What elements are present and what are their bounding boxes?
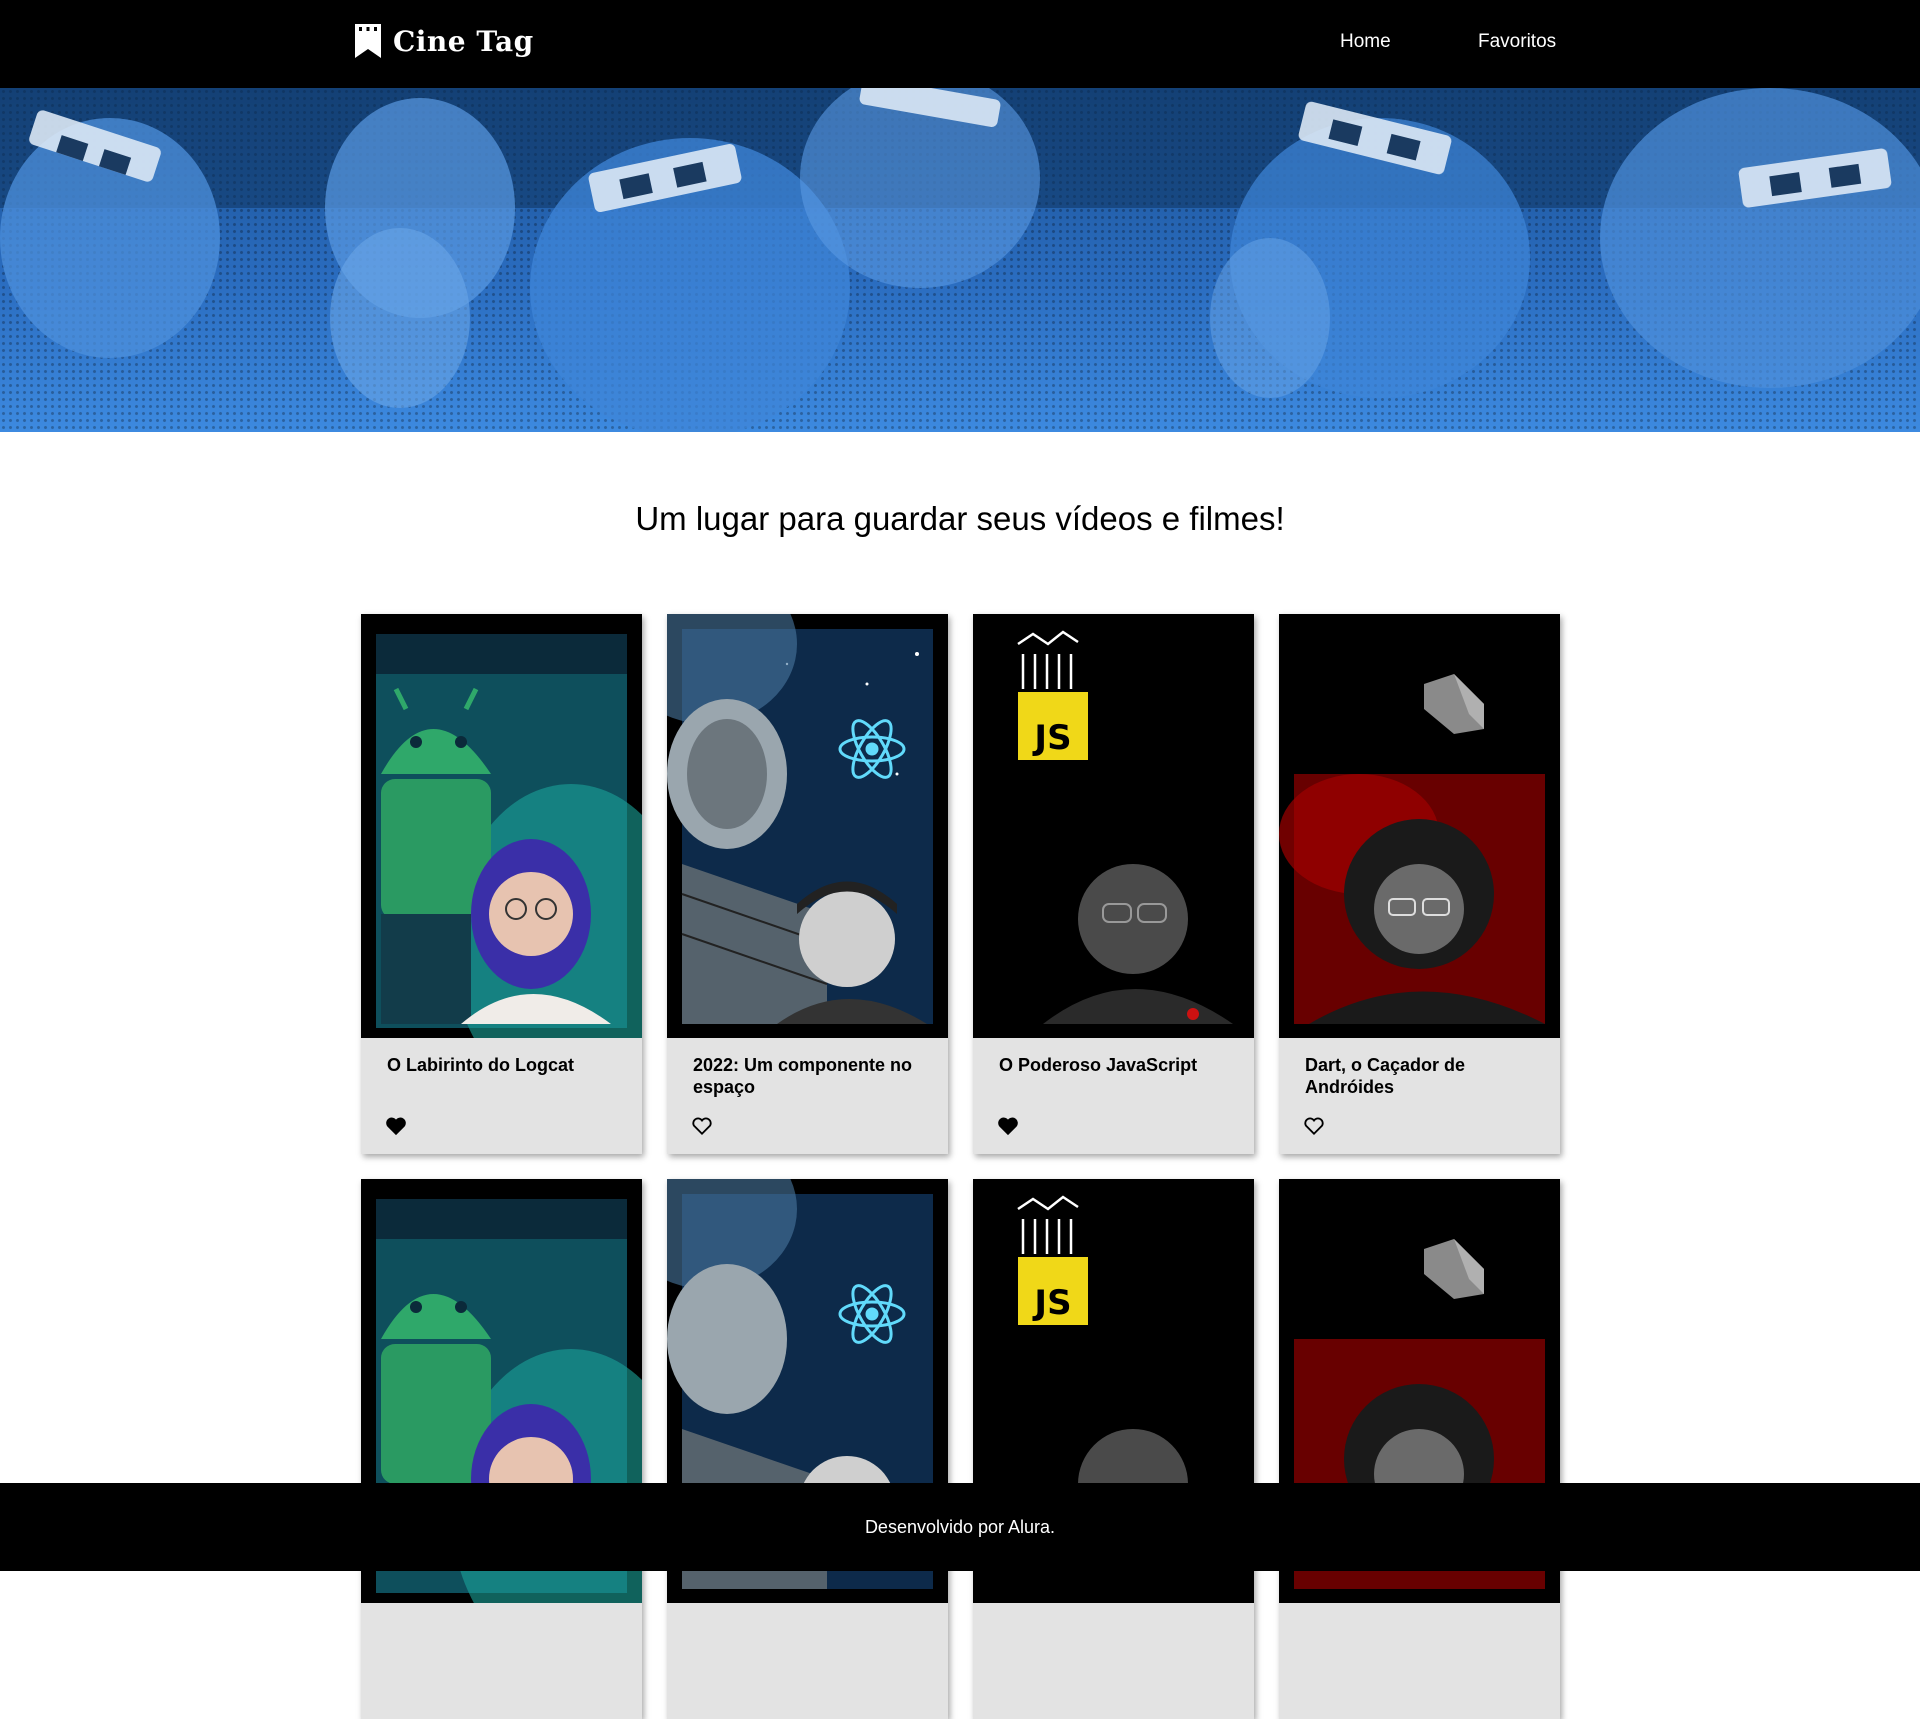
video-title: 2022: Um componente no espaço <box>693 1055 913 1097</box>
video-title: O Labirinto do Logcat <box>387 1055 574 1075</box>
favorite-button[interactable] <box>997 1114 1023 1138</box>
video-title: Dart, o Caçador de Andróides <box>1305 1055 1466 1097</box>
heart-filled-icon <box>997 1116 1023 1136</box>
bookmark-film-icon <box>355 24 381 58</box>
svg-text:JS: JS <box>1032 718 1071 758</box>
video-card[interactable] <box>361 1179 642 1719</box>
video-thumbnail[interactable]: JS <box>973 614 1254 1038</box>
heart-outline-icon <box>691 1116 717 1136</box>
heart-filled-icon <box>385 1116 411 1136</box>
video-thumbnail[interactable] <box>1279 614 1560 1038</box>
logo-text: Cine Tag <box>393 24 534 58</box>
nav-favorites-link[interactable]: Favoritos <box>1478 31 1556 53</box>
logo-link[interactable]: Cine Tag <box>355 24 534 58</box>
svg-text:JS: JS <box>1032 1283 1071 1323</box>
video-card[interactable]: 2022: Um componente no espaço <box>667 614 948 1154</box>
video-card[interactable] <box>1279 1179 1560 1719</box>
video-card[interactable]: JS <box>973 1179 1254 1719</box>
nav-home-link[interactable]: Home <box>1340 31 1391 53</box>
video-thumbnail[interactable] <box>667 614 948 1038</box>
site-footer: Desenvolvido por Alura. <box>0 1483 1920 1571</box>
favorite-button[interactable] <box>385 1114 411 1138</box>
video-card[interactable]: JS O Poderoso JavaScript <box>973 614 1254 1154</box>
video-thumbnail[interactable] <box>361 614 642 1038</box>
heart-outline-icon <box>1303 1116 1329 1136</box>
favorite-button[interactable] <box>1303 1114 1329 1138</box>
video-card[interactable]: O Labirinto do Logcat <box>361 614 642 1154</box>
site-header: Cine Tag Home Favoritos <box>0 0 1920 88</box>
video-title: O Poderoso JavaScript <box>999 1055 1198 1075</box>
favorite-button[interactable] <box>691 1114 717 1138</box>
hero-banner-image <box>0 88 1920 432</box>
footer-credit: Desenvolvido por Alura. <box>864 1516 1056 1537</box>
page-title: Um lugar para guardar seus vídeos e film… <box>635 500 1285 537</box>
video-card[interactable] <box>667 1179 948 1719</box>
video-card[interactable]: Dart, o Caçador de Andróides <box>1279 614 1560 1154</box>
